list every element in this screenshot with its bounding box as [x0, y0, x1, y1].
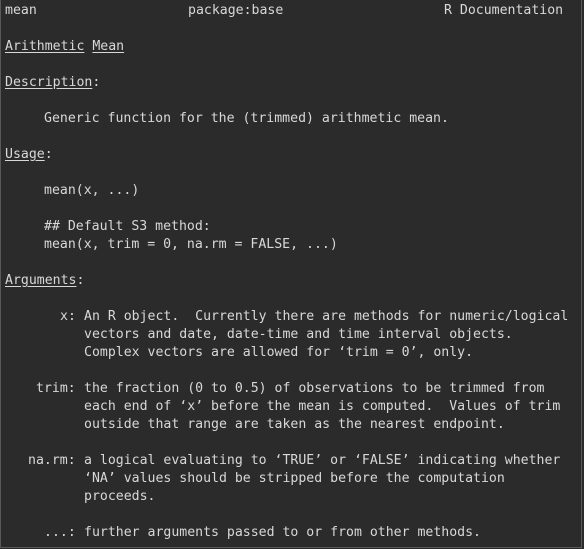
- arg-trim-line-3: outside that range are taken as the near…: [84, 417, 505, 432]
- usage-heading-colon: :: [44, 147, 53, 162]
- usage-line-1: mean(x, ...): [44, 183, 140, 198]
- description-text: Generic function for the (trimmed) arith…: [44, 111, 449, 126]
- arg-trim-line-2: each end of ‘x’ before the mean is compu…: [84, 399, 561, 414]
- page-title: Arithmetic Mean: [5, 38, 124, 56]
- arg-na-rm-line-1: a logical evaluating to ‘TRUE’ or ‘FALSE…: [84, 453, 561, 468]
- header-package: package:base: [188, 3, 284, 18]
- arg-name-na-rm: na.rm:: [28, 453, 76, 468]
- usage-line-2: ## Default S3 method:: [44, 219, 211, 234]
- description-heading-label: Description: [5, 75, 93, 90]
- arguments-heading: Arguments:: [5, 272, 84, 290]
- arg-dots-line-1: further arguments passed to or from othe…: [84, 525, 481, 540]
- title-word-1: Arithmetic: [5, 39, 85, 54]
- title-word-2: Mean: [92, 39, 125, 54]
- header-doc-label: R Documentation: [444, 3, 564, 18]
- help-pager[interactable]: mean package:base R Documentation Arithm…: [0, 0, 582, 548]
- usage-line-3: mean(x, trim = 0, na.rm = FALSE, ...): [44, 237, 338, 252]
- arg-na-rm-line-3: proceeds.: [84, 489, 156, 504]
- arg-x-line-1: An R object. Currently there are methods…: [84, 309, 569, 324]
- arg-name-trim: trim:: [36, 381, 76, 396]
- arg-x-line-3: Complex vectors are allowed for ‘trim = …: [84, 345, 474, 360]
- header-topic: mean: [5, 3, 37, 18]
- arg-name-x: x:: [60, 309, 76, 324]
- description-heading-colon: :: [92, 75, 101, 90]
- usage-heading: Usage:: [5, 146, 53, 164]
- arguments-heading-colon: :: [76, 273, 85, 288]
- arg-na-rm-line-2: ‘NA’ values should be stripped before th…: [84, 471, 505, 486]
- description-heading: Description:: [5, 74, 100, 92]
- usage-heading-label: Usage: [5, 147, 45, 162]
- arg-trim-line-1: the fraction (0 to 0.5) of observations …: [84, 381, 545, 396]
- arg-x-line-2: vectors and date, date-time and time int…: [84, 327, 513, 342]
- arguments-heading-label: Arguments: [5, 273, 77, 288]
- arg-name-dots: ...:: [44, 525, 76, 540]
